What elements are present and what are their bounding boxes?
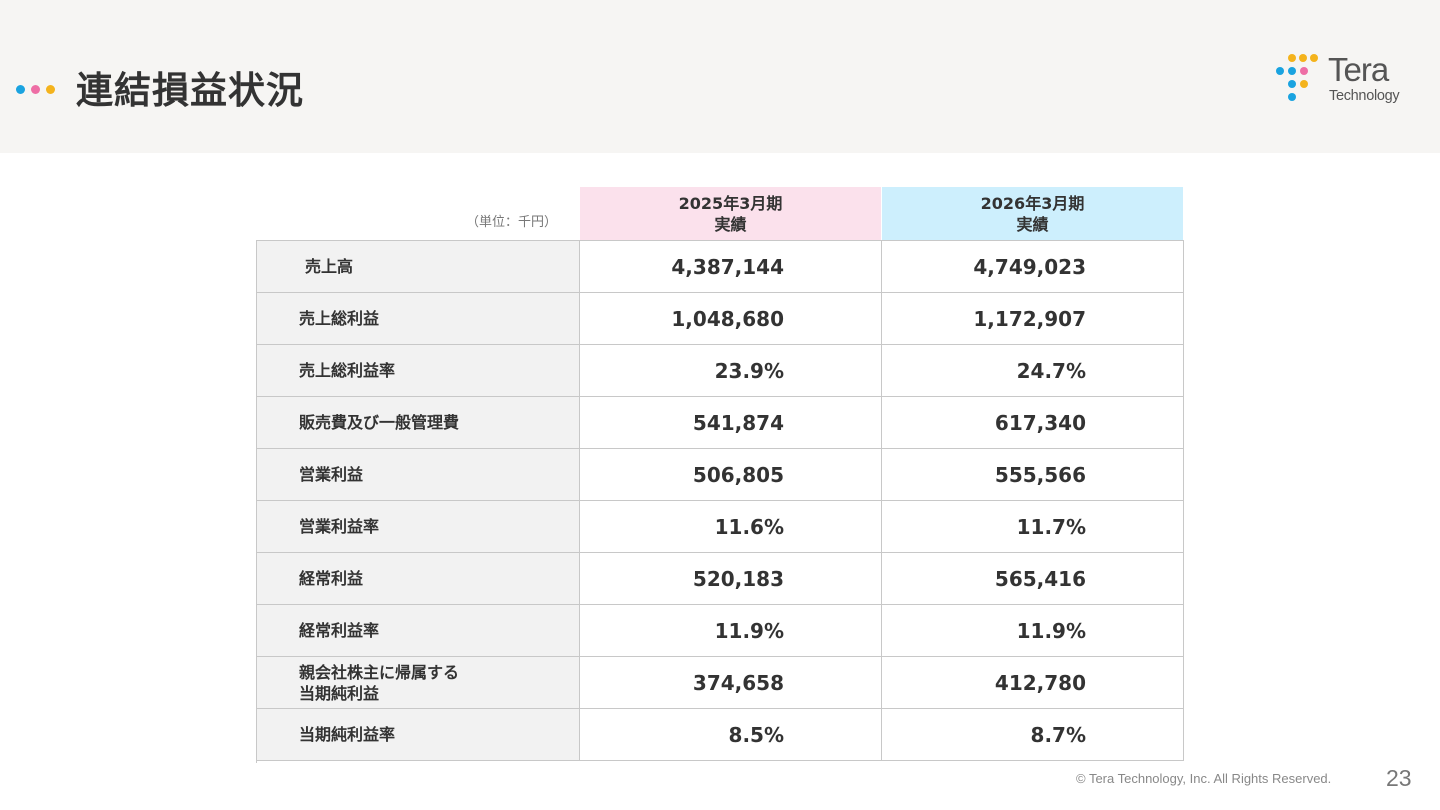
row-label: 経常利益 <box>257 553 580 605</box>
value-fy2025: 23.9% <box>580 345 882 397</box>
value-fy2026: 11.7% <box>882 501 1184 553</box>
page-number: 23 <box>1386 765 1412 791</box>
value-fy2026: 8.7% <box>882 709 1184 761</box>
value-fy2026: 24.7% <box>882 345 1184 397</box>
column-header-fy2025: 2025年3月期 実績 <box>580 187 881 240</box>
slide-header: 連結損益状況 Tera Technology <box>0 0 1440 153</box>
table-row: 売上総利益率 23.9% 24.7% <box>257 345 1184 397</box>
company-logo: Tera Technology <box>1270 50 1420 110</box>
value-fy2025: 11.9% <box>580 605 882 657</box>
column-header-kind: 実績 <box>1016 214 1049 234</box>
tera-dot-logo-icon <box>1276 54 1318 101</box>
value-fy2026: 412,780 <box>882 657 1184 709</box>
row-label: 経常利益率 <box>257 605 580 657</box>
value-fy2025: 4,387,144 <box>580 241 882 293</box>
value-fy2026: 11.9% <box>882 605 1184 657</box>
row-label: 売上総利益 <box>257 293 580 345</box>
row-label: 売上高 <box>257 241 580 293</box>
value-fy2025: 506,805 <box>580 449 882 501</box>
table-row: 販売費及び一般管理費 541,874 617,340 <box>257 397 1184 449</box>
column-header-kind: 実績 <box>714 214 747 234</box>
value-fy2025: 520,183 <box>580 553 882 605</box>
value-fy2025: 8.5% <box>580 709 882 761</box>
value-fy2026: 4,749,023 <box>882 241 1184 293</box>
logo-wordmark-tera: Tera <box>1328 51 1389 88</box>
row-label: 営業利益 <box>257 449 580 501</box>
row-label: 親会社株主に帰属する 当期純利益 <box>257 657 580 709</box>
value-fy2026: 555,566 <box>882 449 1184 501</box>
row-label: 当期純利益率 <box>257 709 580 761</box>
table-row: 売上総利益 1,048,680 1,172,907 <box>257 293 1184 345</box>
column-header-fy2026: 2026年3月期 実績 <box>882 187 1183 240</box>
column-header-period: 2025年3月期 <box>678 193 783 213</box>
value-fy2025: 11.6% <box>580 501 882 553</box>
table-row: 経常利益 520,183 565,416 <box>257 553 1184 605</box>
table-row: 営業利益 506,805 555,566 <box>257 449 1184 501</box>
logo-wordmark-technology: Technology <box>1329 88 1400 104</box>
table-row: 親会社株主に帰属する 当期純利益 374,658 412,780 <box>257 657 1184 709</box>
pink-dot <box>31 85 40 94</box>
row-label: 売上総利益率 <box>257 345 580 397</box>
value-fy2026: 1,172,907 <box>882 293 1184 345</box>
copyright-notice: © Tera Technology, Inc. All Rights Reser… <box>1076 771 1332 786</box>
value-fy2026: 617,340 <box>882 397 1184 449</box>
value-fy2025: 1,048,680 <box>580 293 882 345</box>
table-row: 売上高 4,387,144 4,749,023 <box>257 241 1184 293</box>
page-title: 連結損益状況 <box>76 69 304 112</box>
row-label: 営業利益率 <box>257 501 580 553</box>
income-statement-table: 売上高 4,387,144 4,749,023 売上総利益 1,048,680 … <box>256 240 1184 763</box>
yellow-dot <box>46 85 55 94</box>
row-label: 販売費及び一般管理費 <box>257 397 580 449</box>
table-row: 当期純利益率 8.5% 8.7% <box>257 709 1184 761</box>
value-fy2026: 565,416 <box>882 553 1184 605</box>
unit-label: （単位：千円） <box>466 215 558 230</box>
table-row: 経常利益率 11.9% 11.9% <box>257 605 1184 657</box>
value-fy2025: 541,874 <box>580 397 882 449</box>
value-fy2025: 374,658 <box>580 657 882 709</box>
blue-dot <box>16 85 25 94</box>
column-header-period: 2026年3月期 <box>980 193 1085 213</box>
table-row: 営業利益率 11.6% 11.7% <box>257 501 1184 553</box>
